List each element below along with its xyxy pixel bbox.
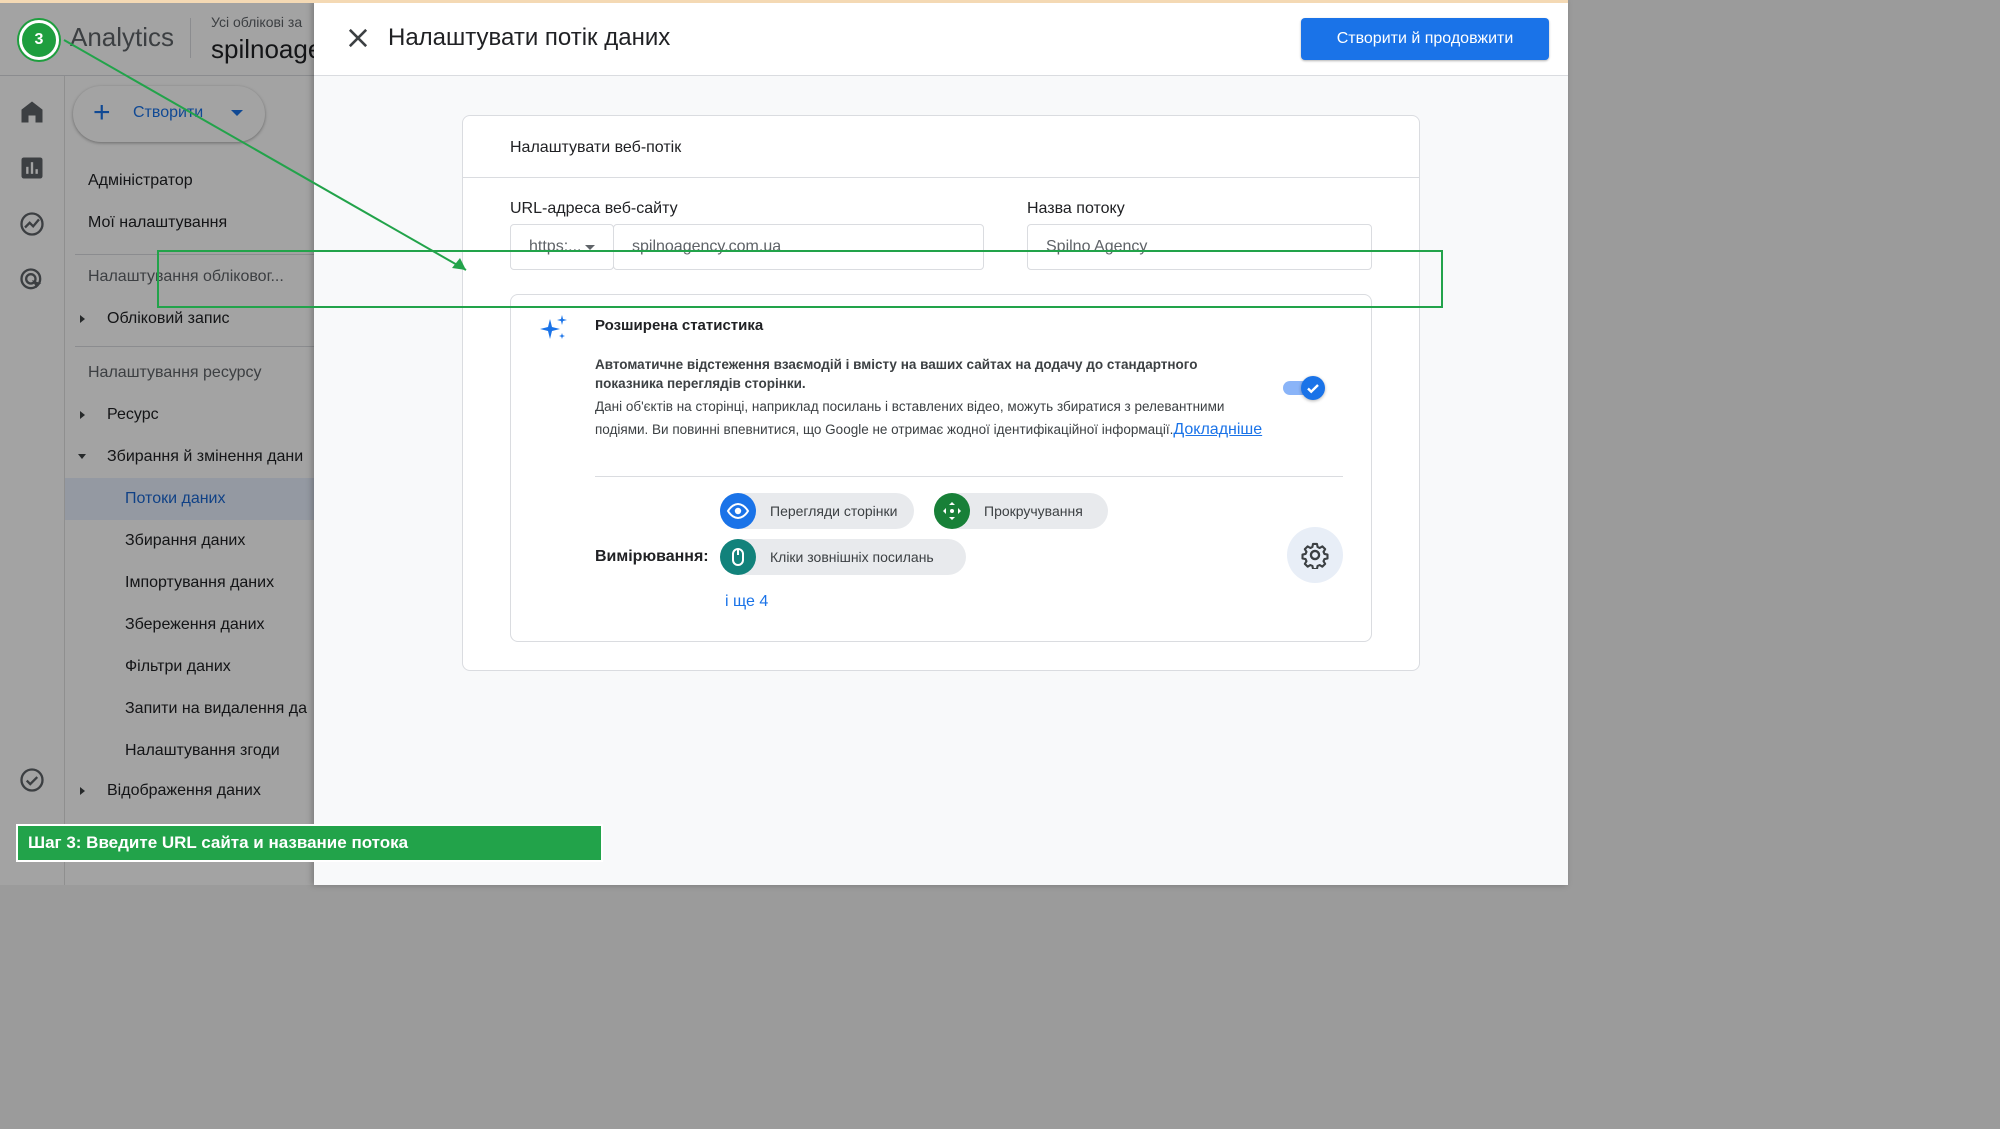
chip-label: Прокручування (984, 503, 1083, 519)
measurement-label: Вимірювання: (595, 548, 709, 565)
modal-scrim[interactable] (0, 0, 314, 885)
data-stream-setup-panel: Налаштувати потік даних Створити й продо… (314, 0, 1568, 885)
stream-name-input[interactable]: Spilno Agency (1027, 224, 1372, 270)
settings-button[interactable] (1287, 527, 1343, 583)
create-and-continue-button[interactable]: Створити й продовжити (1301, 18, 1549, 60)
stream-name-label: Назва потоку (1027, 200, 1125, 217)
description-text: Дані об'єктів на сторінці, наприклад пос… (595, 399, 1225, 437)
protocol-value: https:... (529, 238, 582, 255)
mouse-icon (720, 539, 756, 575)
sparkle-icon (540, 315, 567, 339)
website-url-label: URL-адреса веб-сайту (510, 200, 678, 217)
web-stream-card: Налаштувати веб-потік URL-адреса веб-сай… (462, 115, 1420, 671)
step-number-badge: 3 (19, 20, 59, 60)
card-title: Налаштувати веб-потік (510, 139, 682, 156)
step-caption: Шаг 3: Введите URL сайта и название пото… (16, 824, 603, 862)
outbound-clicks-chip: Кліки зовнішніх посилань (720, 539, 966, 575)
enhanced-measurement-title: Розширена статистика (595, 317, 764, 334)
enhanced-measurement-section: Розширена статистика Автоматичне відстеж… (510, 294, 1372, 642)
learn-more-link[interactable]: Докладніше (1173, 421, 1262, 438)
scroll-arrows-icon (934, 493, 970, 529)
chip-label: Кліки зовнішніх посилань (770, 549, 934, 565)
protocol-select[interactable]: https:... (510, 224, 614, 270)
card-header: Налаштувати веб-потік (463, 116, 1419, 178)
panel-title: Налаштувати потік даних (388, 24, 671, 51)
website-url-input[interactable]: spilnoagency.com.ua (613, 224, 984, 270)
chevron-down-icon (585, 245, 595, 250)
checkmark-icon[interactable] (1301, 376, 1325, 400)
more-events-link[interactable]: і ще 4 (725, 593, 768, 611)
enhanced-measurement-summary: Автоматичне відстеження взаємодій і вміс… (595, 357, 1198, 391)
page-views-chip: Перегляди сторінки (720, 493, 914, 529)
close-icon[interactable] (344, 24, 372, 52)
website-url-value: spilnoagency.com.ua (632, 238, 782, 255)
enhanced-measurement-description: Дані об'єктів на сторінці, наприклад пос… (595, 395, 1275, 441)
panel-header: Налаштувати потік даних Створити й продо… (314, 0, 1568, 76)
section-divider (595, 476, 1343, 477)
stream-name-value: Spilno Agency (1046, 238, 1148, 255)
scrolls-chip: Прокручування (934, 493, 1108, 529)
screenshot-frame-edge (0, 0, 1568, 3)
eye-icon (720, 493, 756, 529)
chip-label: Перегляди сторінки (770, 503, 898, 519)
gear-icon (1301, 542, 1329, 569)
